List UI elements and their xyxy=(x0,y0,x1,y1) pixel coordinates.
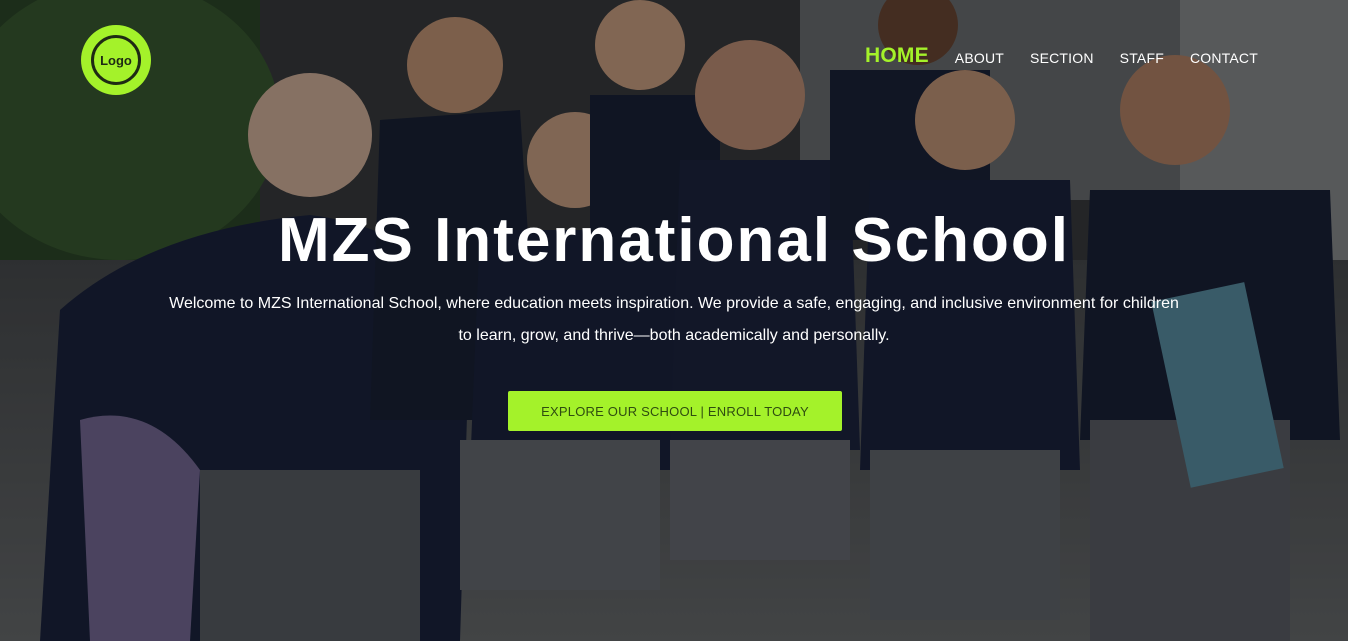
nav-item-staff[interactable]: STAFF xyxy=(1120,50,1164,66)
nav-item-contact[interactable]: CONTACT xyxy=(1190,50,1258,66)
main-nav: HOME ABOUT SECTION STAFF CONTACT xyxy=(865,44,1258,68)
nav-item-home[interactable]: HOME xyxy=(865,44,929,68)
hero-title: MZS International School xyxy=(277,206,1071,275)
logo[interactable]: Logo xyxy=(81,25,151,95)
hero-description: Welcome to MZS International School, whe… xyxy=(169,295,1179,344)
logo-text: Logo xyxy=(100,52,132,68)
nav-item-about[interactable]: ABOUT xyxy=(955,50,1004,66)
logo-ring: Logo xyxy=(91,35,141,85)
nav-item-section[interactable]: SECTION xyxy=(1030,50,1094,66)
hero-section: Logo HOME ABOUT SECTION STAFF CONTACT MZ… xyxy=(0,0,1348,641)
explore-enroll-button[interactable]: EXPLORE OUR SCHOOL | ENROLL TODAY xyxy=(508,391,842,431)
